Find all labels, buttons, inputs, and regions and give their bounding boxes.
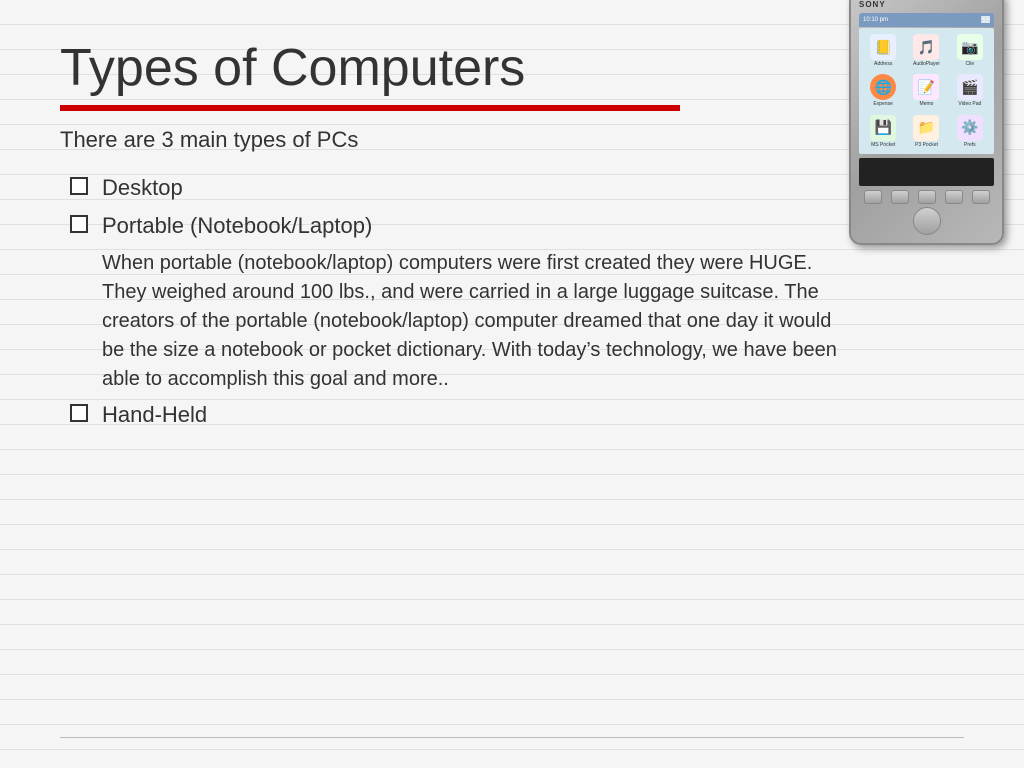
pda-nav-button[interactable] <box>913 207 941 235</box>
list-item-portable: Portable (Notebook/Laptop) <box>70 211 964 241</box>
pda-app-p3pocket: 📁 P3 Pocket <box>906 113 946 150</box>
pda-bottom-area <box>859 158 994 235</box>
item-text-desktop: Desktop <box>102 173 183 203</box>
pda-time: 10:10 pm <box>863 17 888 23</box>
checkbox-handheld <box>70 404 88 422</box>
pda-device-image: SONY 10:10 pm ▓▓ 📒 Address 🎵 AudioPlayer… <box>849 0 1024 250</box>
slide: SONY 10:10 pm ▓▓ 📒 Address 🎵 AudioPlayer… <box>0 0 1024 768</box>
list-area: Desktop Portable (Notebook/Laptop) When … <box>70 173 964 429</box>
pda-btn-1[interactable] <box>864 190 882 204</box>
slide-subtitle: There are 3 main types of PCs <box>60 127 964 153</box>
pda-btn-4[interactable] <box>945 190 963 204</box>
slide-title: Types of Computers <box>60 40 964 97</box>
pda-battery: ▓▓ <box>981 17 990 23</box>
pda-app-mspocket: 💾 MS Pocket <box>863 113 903 150</box>
pda-btn-3[interactable] <box>918 190 936 204</box>
header-area: Types of Computers <box>60 40 964 111</box>
title-underline <box>60 105 680 111</box>
pda-buttons-row <box>859 190 994 204</box>
list-item-handheld: Hand-Held <box>70 400 964 430</box>
item-text-handheld: Hand-Held <box>102 400 207 430</box>
checkbox-desktop <box>70 177 88 195</box>
portable-sub-text: When portable (notebook/laptop) computer… <box>102 249 852 394</box>
pda-brand-label: SONY <box>859 0 886 9</box>
pda-mini-screen <box>859 158 994 186</box>
list-item-desktop: Desktop <box>70 173 964 203</box>
pda-app-prefs: ⚙️ Prefs <box>950 113 990 150</box>
checkbox-portable <box>70 215 88 233</box>
pda-btn-5[interactable] <box>972 190 990 204</box>
pda-status-bar: 10:10 pm ▓▓ <box>859 13 994 27</box>
item-text-portable: Portable (Notebook/Laptop) <box>102 211 372 241</box>
bottom-divider <box>60 737 964 738</box>
pda-btn-2[interactable] <box>891 190 909 204</box>
